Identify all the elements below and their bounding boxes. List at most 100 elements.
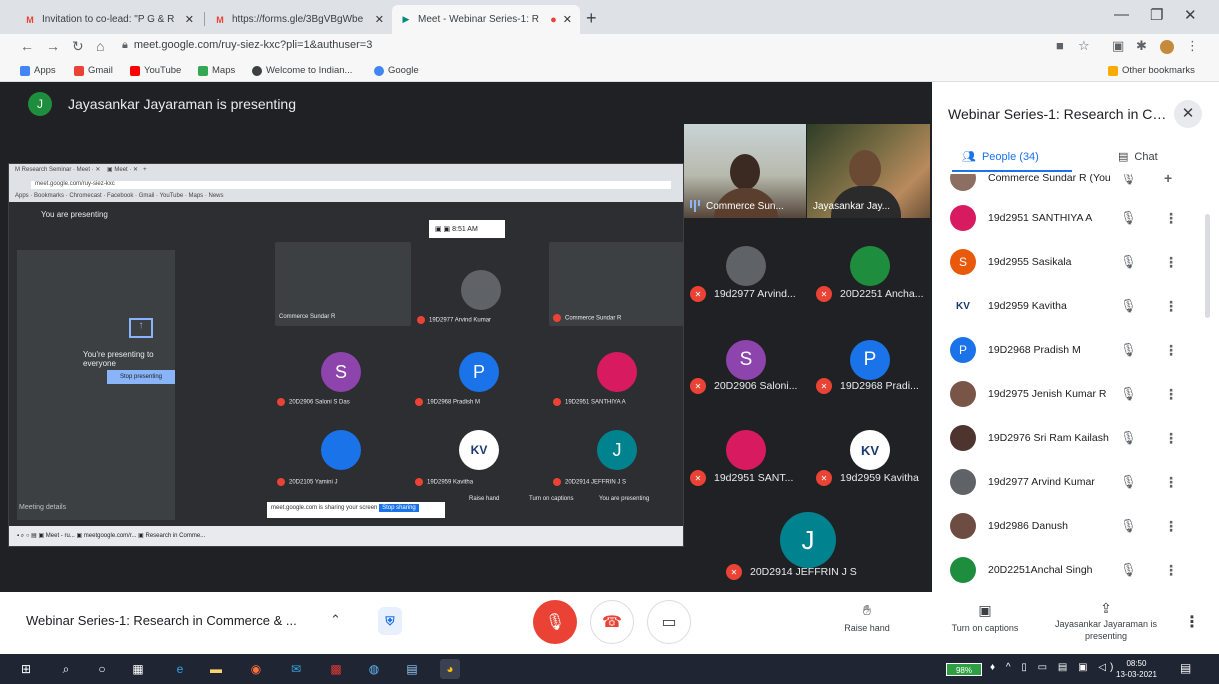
network-app-icon[interactable]: ◍: [364, 659, 384, 679]
list-item[interactable]: 19d2977 Arvind Kumar 🎙︎ ⋮: [932, 460, 1212, 504]
battery-indicator[interactable]: 98%: [946, 663, 982, 676]
mic-off-icon[interactable]: 🎙︎: [1120, 210, 1137, 226]
participant-avatar: [950, 174, 976, 191]
edge-icon[interactable]: e: [170, 659, 190, 679]
presenting-label: Jayasankar Jayaraman is presenting: [1054, 619, 1158, 641]
more-options-icon[interactable]: ⋮: [1164, 430, 1178, 447]
video-tile-commerce-sundar[interactable]: Commerce Sun...: [684, 124, 806, 218]
people-list-scrollbar[interactable]: [1205, 214, 1210, 318]
system-tray-icons[interactable]: ♦ ^ ▯ ▭ ▤ ▣ ◁): [990, 662, 1117, 673]
task-view-icon[interactable]: ▦: [128, 659, 148, 679]
shared-meeting-details: Meeting details: [19, 504, 67, 511]
presenting-banner: J Jayasankar Jayaraman is presenting: [28, 92, 296, 116]
more-options-icon[interactable]: ⋮: [1164, 386, 1178, 403]
more-options-icon[interactable]: ⋮: [1164, 562, 1178, 579]
shared-mini-avatar: S: [321, 352, 361, 392]
raise-hand-button[interactable]: ✋︎ Raise hand: [832, 602, 902, 633]
forward-button[interactable]: →: [46, 38, 60, 54]
more-options-icon[interactable]: ⋮: [1164, 474, 1178, 491]
list-item[interactable]: 19d2986 Danush 🎙︎ ⋮: [932, 504, 1212, 548]
bookmark-gmail[interactable]: Gmail: [74, 65, 113, 76]
apps-grid-icon: [20, 65, 30, 76]
cortana-icon[interactable]: ○: [92, 659, 112, 679]
puzzle-icon[interactable]: ✱: [1136, 38, 1147, 54]
mail-icon[interactable]: ✉: [286, 659, 306, 679]
tab-chat-label: Chat: [1134, 150, 1158, 163]
minimize-button[interactable]: —: [1114, 6, 1129, 23]
bookmark-label: Other bookmarks: [1122, 65, 1195, 76]
participant-avatar: [950, 557, 976, 583]
windows-start-icon[interactable]: ⊞: [16, 659, 36, 679]
present-screen-icon: ↑: [129, 318, 153, 338]
app-icon[interactable]: ▩: [326, 659, 346, 679]
more-options-icon[interactable]: ⋮: [1164, 298, 1178, 315]
close-tab-icon[interactable]: ✕: [375, 13, 384, 26]
browser-tab-gmail-invitation[interactable]: M Invitation to co-lead: "P G & R ✕: [16, 5, 202, 34]
browser-tab-meet[interactable]: ▶ Meet - Webinar Series-1: R ● ✕: [392, 5, 580, 34]
camera-in-use-icon[interactable]: ■: [1056, 38, 1064, 53]
profile-avatar[interactable]: [1160, 40, 1174, 54]
mic-off-icon[interactable]: 🎙︎: [1120, 298, 1137, 314]
restore-button[interactable]: ❐: [1150, 6, 1163, 24]
firefox-icon[interactable]: ◉: [246, 659, 266, 679]
more-options-icon[interactable]: ⋮: [1164, 342, 1178, 359]
mic-off-icon[interactable]: 🎙︎: [1120, 342, 1137, 358]
notifications-icon[interactable]: ▤: [1180, 661, 1191, 675]
mic-off-icon[interactable]: 🎙︎: [1120, 474, 1137, 490]
reload-button[interactable]: ↻: [72, 38, 84, 55]
document-app-icon[interactable]: ▤: [402, 659, 422, 679]
more-options-icon[interactable]: ⋮: [1164, 210, 1178, 227]
tab-separator: [204, 12, 205, 26]
video-tile-jayasankar[interactable]: Jayasankar Jay...: [807, 124, 930, 218]
presenting-button[interactable]: ⇪ Jayasankar Jayaraman is presenting: [1048, 601, 1164, 642]
host-controls-shield-icon[interactable]: ⛨: [378, 607, 402, 635]
mic-off-icon[interactable]: 🎙︎: [1120, 562, 1137, 578]
bookmark-google[interactable]: Google: [374, 65, 419, 76]
tab-chat[interactable]: ▤ Chat: [1118, 150, 1158, 164]
list-item[interactable]: KV 19d2959 Kavitha 🎙︎ ⋮: [932, 284, 1212, 328]
close-panel-button[interactable]: ✕: [1174, 100, 1202, 128]
new-tab-button[interactable]: +: [586, 8, 597, 29]
list-item[interactable]: 19d2951 SANTHIYA A 🎙︎ ⋮: [932, 196, 1212, 240]
search-icon[interactable]: ⌕: [56, 659, 76, 679]
address-bar[interactable]: 🔒︎ meet.google.com/ruy-siez-kxc?pli=1&aut…: [122, 39, 372, 52]
camera-toggle-button[interactable]: ▭: [647, 600, 691, 644]
list-item[interactable]: S 19d2955 Sasikala 🎙︎ ⋮: [932, 240, 1212, 284]
tab-people[interactable]: 👥︎ People (34): [962, 150, 1039, 164]
chrome-icon[interactable]: ◕: [440, 659, 460, 679]
list-item[interactable]: 19d2975 Jenish Kumar R 🎙︎ ⋮: [932, 372, 1212, 416]
bookmark-welcome-indian[interactable]: Welcome to Indian...: [252, 65, 352, 76]
list-item[interactable]: 20D2251Anchal Singh 🎙︎ ⋮: [932, 548, 1212, 592]
home-icon[interactable]: ⌂: [96, 38, 104, 54]
mic-off-icon[interactable]: 🎙︎: [1120, 518, 1137, 534]
close-window-button[interactable]: ✕: [1184, 6, 1197, 24]
bookmark-maps[interactable]: Maps: [198, 65, 235, 76]
star-icon[interactable]: ☆: [1078, 38, 1090, 54]
more-options-icon[interactable]: ⋮: [1164, 254, 1178, 271]
extension-icon[interactable]: ▣: [1112, 38, 1124, 54]
list-item[interactable]: 19D2976 Sri Ram Kailash 🎙︎ ⋮: [932, 416, 1212, 460]
browser-tab-forms[interactable]: M https://forms.gle/3BgVBgWbe ✕: [206, 5, 392, 34]
more-options-icon[interactable]: +: [1164, 174, 1172, 186]
captions-button[interactable]: ▣ Turn on captions: [940, 602, 1030, 633]
mic-toggle-button[interactable]: 🎙︎: [533, 600, 577, 644]
mic-off-icon[interactable]: 🎙︎: [1120, 386, 1137, 402]
more-options-icon[interactable]: ⋮: [1184, 612, 1200, 632]
bookmark-youtube[interactable]: YouTube: [130, 65, 181, 76]
other-bookmarks[interactable]: Other bookmarks: [1108, 65, 1195, 76]
participant-avatar: [726, 246, 766, 286]
chevron-up-icon[interactable]: ⌃: [330, 612, 341, 628]
chat-icon: ▤: [1118, 151, 1129, 163]
browser-menu-icon[interactable]: ⋮: [1186, 38, 1199, 54]
mic-off-icon[interactable]: 🎙︎: [1120, 430, 1137, 446]
taskbar-clock[interactable]: 08:50 13-03-2021: [1116, 658, 1157, 680]
close-tab-icon[interactable]: ✕: [185, 13, 194, 26]
mic-off-icon[interactable]: 🎙︎: [1120, 254, 1137, 270]
leave-call-button[interactable]: ☎︎: [590, 600, 634, 644]
back-button[interactable]: ←: [20, 38, 34, 54]
bookmark-apps[interactable]: Apps: [20, 65, 56, 76]
more-options-icon[interactable]: ⋮: [1164, 518, 1178, 535]
file-explorer-icon[interactable]: ▬: [206, 659, 226, 679]
close-tab-icon[interactable]: ✕: [563, 13, 572, 26]
list-item[interactable]: P 19D2968 Pradish M 🎙︎ ⋮: [932, 328, 1212, 372]
